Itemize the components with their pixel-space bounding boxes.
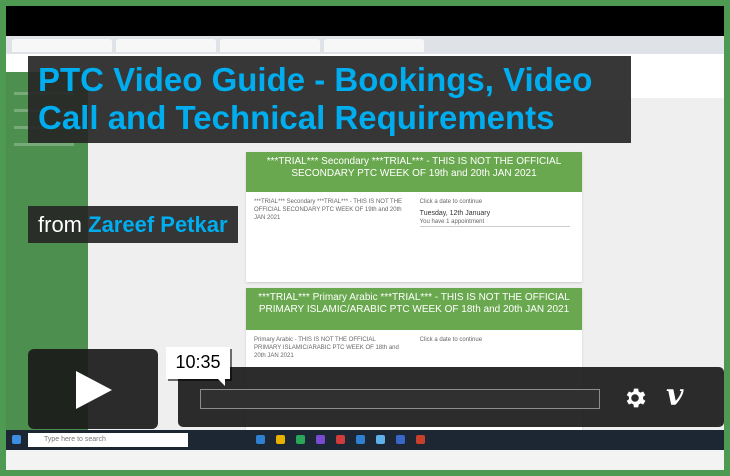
video-viewport[interactable]: ***TRIAL*** Secondary ***TRIAL*** - THIS… — [6, 6, 724, 470]
card-date-sub: You have 1 appointment — [419, 219, 485, 225]
app-icon — [416, 435, 425, 444]
vimeo-logo[interactable]: v — [666, 381, 683, 411]
card-description: Primary Arabic - THIS IS NOT THE OFFICIA… — [254, 337, 399, 359]
card-date[interactable]: Tuesday, 12th January — [420, 210, 570, 218]
time-tooltip: 10:35 — [166, 347, 230, 386]
taskbar-search: Type here to search — [28, 433, 188, 447]
author-link[interactable]: Zareef Petkar — [88, 212, 227, 237]
app-icon — [396, 435, 405, 444]
card-prompt: Click a date to continue — [419, 199, 483, 205]
app-icon — [296, 435, 305, 444]
app-icon — [356, 435, 365, 444]
card-header: ***TRIAL*** Primary Arabic ***TRIAL*** -… — [246, 288, 582, 330]
browser-tabbar — [6, 36, 724, 54]
os-taskbar: Type here to search — [6, 430, 724, 450]
card-header: ***TRIAL*** Secondary ***TRIAL*** - THIS… — [246, 152, 582, 192]
video-byline: from Zareef Petkar — [28, 206, 238, 243]
app-icon — [276, 435, 285, 444]
control-bar: v — [178, 367, 724, 427]
video-title-box: PTC Video Guide - Bookings, Video Call a… — [28, 56, 631, 143]
progress-bar[interactable] — [200, 389, 600, 409]
byline-prefix: from — [38, 212, 82, 237]
app-icon — [256, 435, 265, 444]
windows-icon — [12, 435, 21, 444]
video-title[interactable]: PTC Video Guide - Bookings, Video Call a… — [38, 61, 621, 137]
card-description: ***TRIAL*** Secondary ***TRIAL*** - THIS… — [254, 199, 403, 221]
card-prompt: Click a date to continue — [419, 337, 483, 343]
booking-card-secondary: ***TRIAL*** Secondary ***TRIAL*** - THIS… — [246, 152, 582, 282]
app-icon — [336, 435, 345, 444]
play-icon — [76, 371, 112, 409]
play-button[interactable] — [28, 349, 158, 429]
app-icon — [376, 435, 385, 444]
gear-icon[interactable] — [622, 385, 648, 411]
app-icon — [316, 435, 325, 444]
